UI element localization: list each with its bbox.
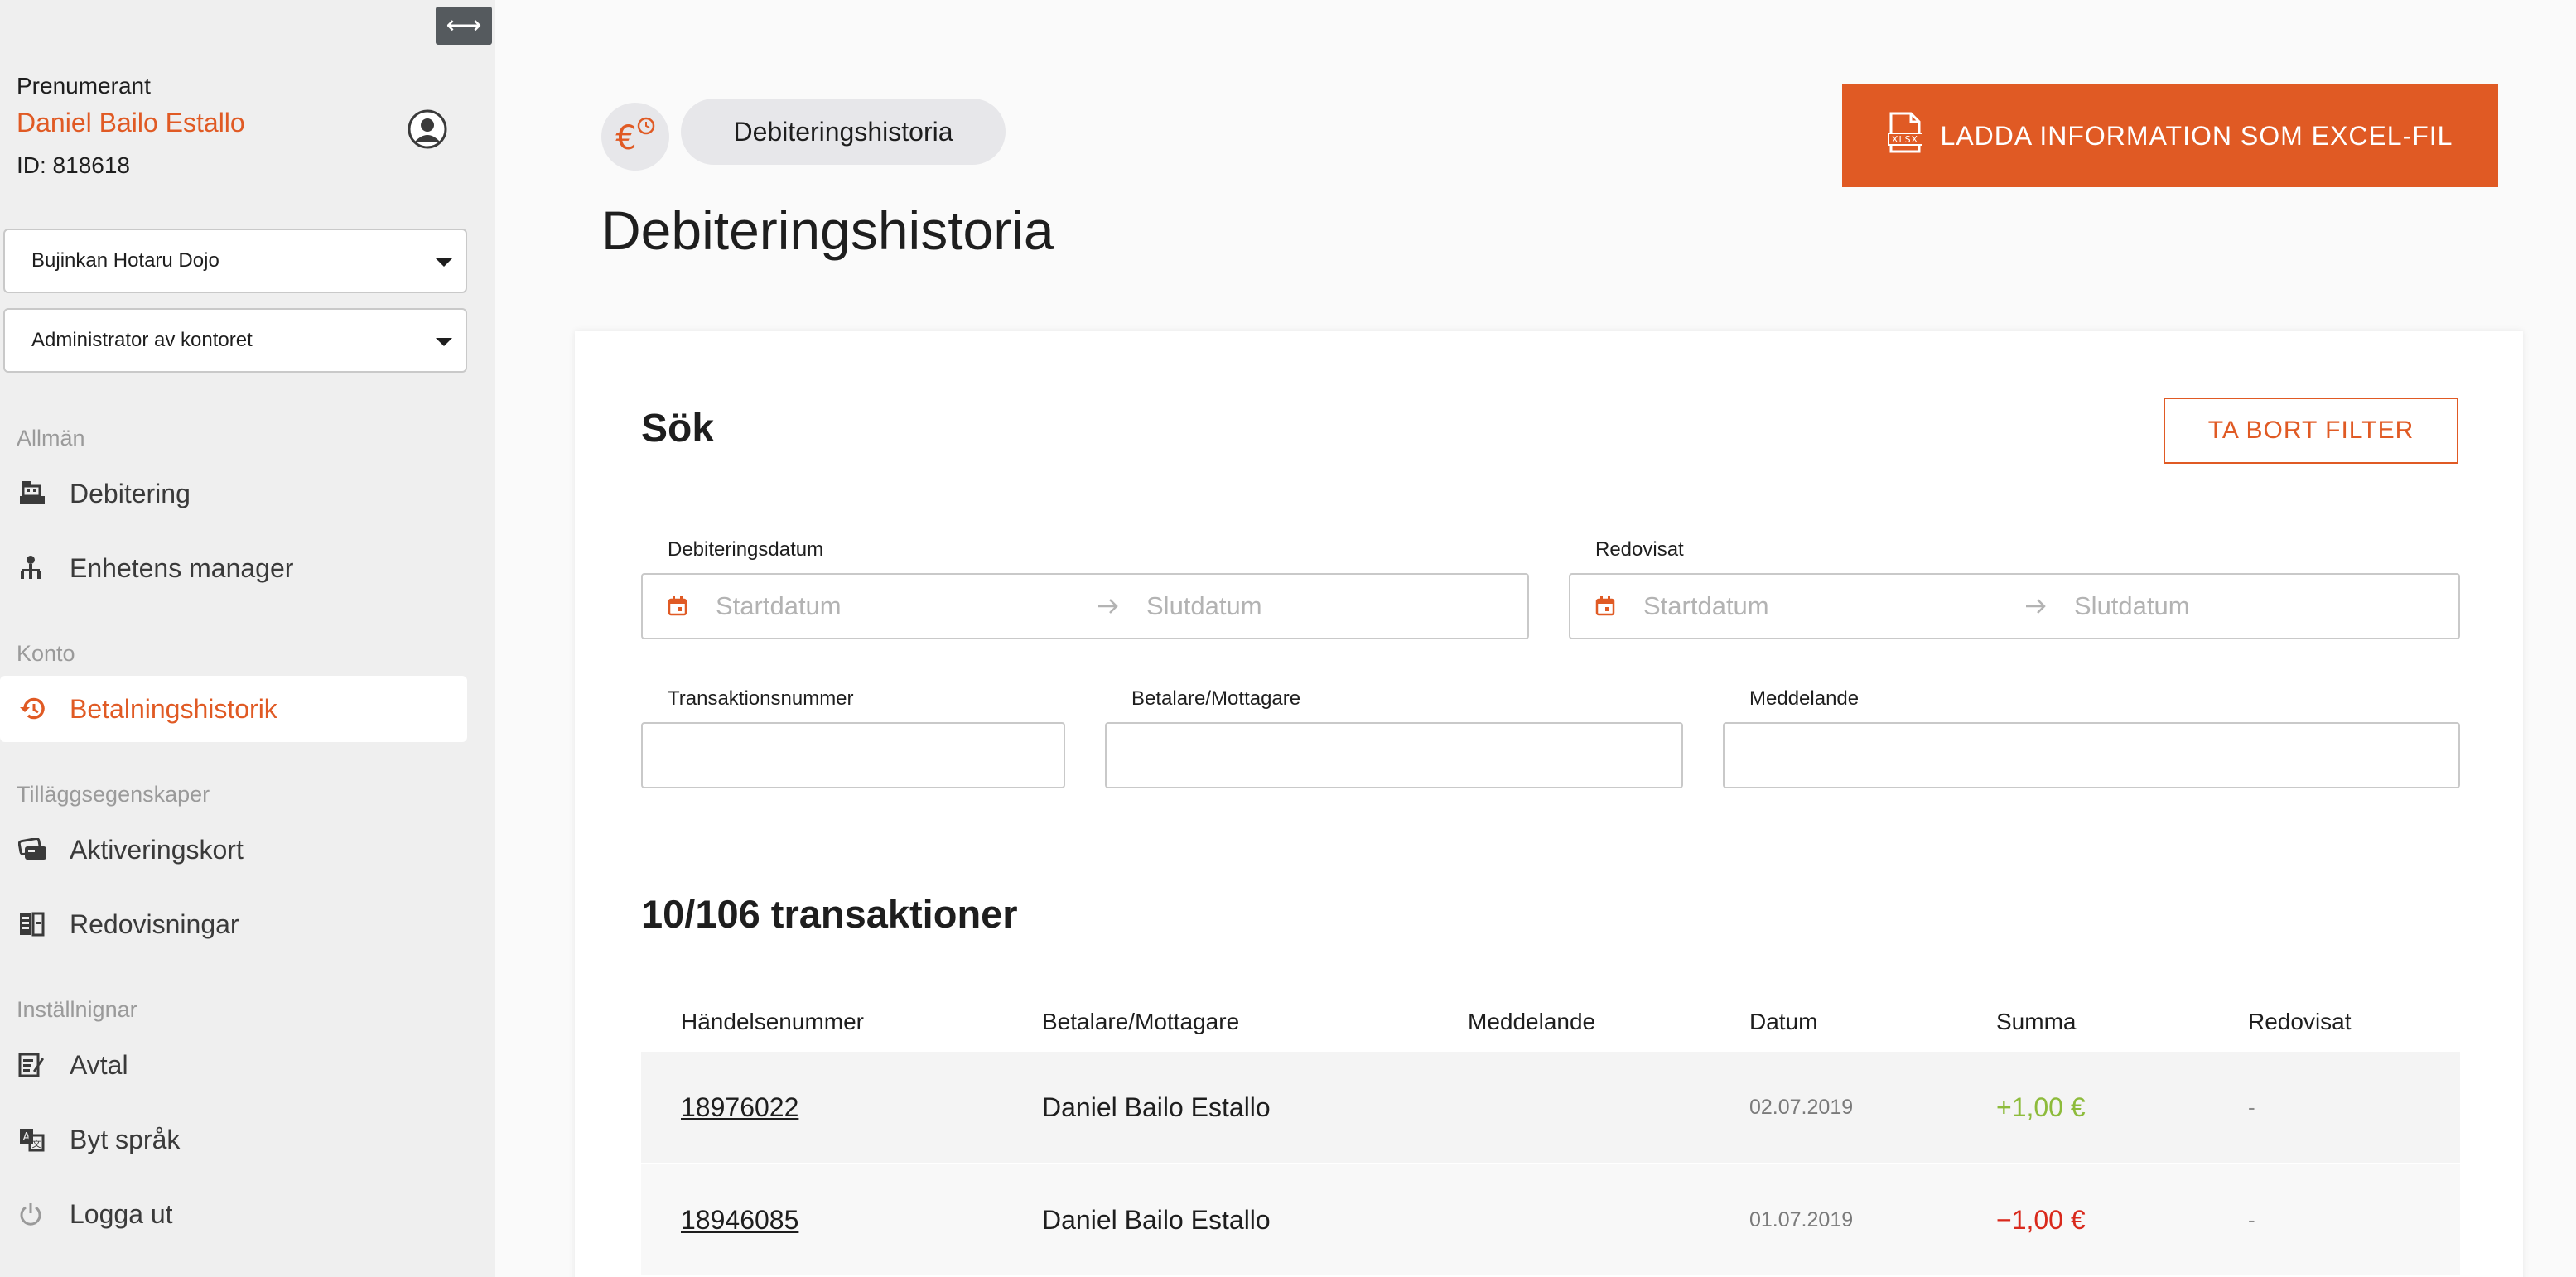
section-label-extras: Tilläggsegenskaper (17, 782, 210, 807)
date-cell: 02.07.2019 (1749, 1096, 1854, 1119)
search-title: Sök (641, 407, 715, 451)
role-select-value: Administrator av kontoret (31, 329, 253, 351)
transaction-number-input[interactable] (641, 722, 1065, 788)
arrow-right-icon (2026, 599, 2046, 614)
reported-start-date-input[interactable]: Startdatum (1643, 575, 1769, 638)
sidebar-item-payment-history[interactable]: Betalningshistorik (0, 676, 467, 742)
payer-input[interactable] (1105, 722, 1683, 788)
payer-cell: Daniel Bailo Estallo (1042, 1205, 1271, 1235)
sidebar-item-agreement[interactable]: Avtal (0, 1032, 467, 1098)
section-label-account: Konto (17, 641, 75, 666)
breadcrumb: Debiteringshistoria (681, 99, 1006, 165)
svg-text:XLSX: XLSX (1891, 134, 1918, 145)
calendar-icon (1595, 596, 1615, 616)
section-label-settings: Inställnignar (17, 997, 137, 1022)
reported-end-date-input[interactable]: Slutdatum (2074, 575, 2190, 638)
date-cell: 01.07.2019 (1749, 1208, 1854, 1231)
message-input[interactable] (1723, 722, 2460, 788)
page-title: Debiteringshistoria (601, 200, 1054, 261)
sidebar-item-label: Betalningshistorik (70, 693, 277, 724)
transaction-number-label: Transaktionsnummer (668, 687, 854, 710)
sidebar-item-unit-manager[interactable]: Enhetens manager (0, 535, 467, 601)
euro-history-icon: € (601, 103, 669, 171)
section-label-general: Allmän (17, 426, 85, 451)
billing-date-range[interactable]: Startdatum Slutdatum (641, 573, 1529, 639)
hierarchy-icon (18, 556, 55, 581)
svg-text:€: € (615, 119, 636, 157)
collapse-sidebar-button[interactable]: ⟷ (436, 7, 492, 45)
subscriber-name[interactable]: Daniel Bailo Estallo (17, 108, 245, 138)
sidebar-item-label: Byt språk (70, 1124, 181, 1154)
amount-cell: +1,00 € (1996, 1092, 2086, 1122)
payer-cell: Daniel Bailo Estallo (1042, 1092, 1271, 1122)
amount-cell: −1,00 € (1996, 1205, 2086, 1235)
reported-cell: - (2248, 1207, 2255, 1232)
download-excel-label: LADDA INFORMATION SOM EXCEL-FIL (1940, 120, 2453, 151)
role-select[interactable]: Administrator av kontoret (3, 308, 467, 373)
sidebar-item-activation-cards[interactable]: Aktiveringskort (0, 817, 467, 883)
clear-filter-button[interactable]: TA BORT FILTER (2164, 398, 2458, 464)
sidebar-item-debitering[interactable]: Debitering (0, 460, 467, 527)
sidebar-item-logout[interactable]: Logga ut (0, 1181, 467, 1247)
download-excel-button[interactable]: XLSX LADDA INFORMATION SOM EXCEL-FIL (1842, 84, 2498, 187)
column-header-event-number[interactable]: Händelsenummer (681, 1009, 864, 1035)
column-header-amount[interactable]: Summa (1996, 1009, 2076, 1035)
subscriber-label: Prenumerant (17, 73, 151, 99)
column-header-message[interactable]: Meddelande (1468, 1009, 1595, 1035)
cards-icon (18, 838, 55, 861)
organization-select[interactable]: Bujinkan Hotaru Dojo (3, 229, 467, 293)
chevron-down-icon (436, 258, 452, 267)
search-card: Sök TA BORT FILTER Debiteringsdatum Star… (575, 331, 2523, 1277)
cash-register-icon (18, 481, 55, 506)
reported-date-range[interactable]: Startdatum Slutdatum (1569, 573, 2460, 639)
reported-cell: - (2248, 1095, 2255, 1120)
billing-date-label: Debiteringsdatum (668, 538, 824, 561)
transaction-count: 10/106 transaktioner (641, 892, 1018, 936)
history-icon (18, 696, 55, 721)
column-header-date[interactable]: Datum (1749, 1009, 1817, 1035)
table-row[interactable]: 18946085 Daniel Bailo Estallo 01.07.2019… (641, 1164, 2460, 1275)
table-row[interactable]: 18976022 Daniel Bailo Estallo 02.07.2019… (641, 1052, 2460, 1163)
subscriber-id: ID: 818618 (17, 152, 130, 178)
chevron-down-icon (436, 338, 452, 346)
ledger-icon (18, 912, 55, 937)
column-header-reported[interactable]: Redovisat (2248, 1009, 2352, 1035)
organization-select-value: Bujinkan Hotaru Dojo (31, 249, 219, 272)
sidebar-item-change-language[interactable]: A文 Byt språk (0, 1106, 467, 1173)
column-header-payer[interactable]: Betalare/Mottagare (1042, 1009, 1239, 1035)
sidebar-item-label: Redovisningar (70, 908, 239, 939)
calendar-icon (668, 596, 687, 616)
user-avatar-icon[interactable] (407, 108, 448, 150)
xlsx-file-icon: XLSX (1886, 112, 1923, 160)
billing-start-date-input[interactable]: Startdatum (716, 575, 842, 638)
expand-arrows-icon: ⟷ (446, 12, 482, 39)
reported-date-label: Redovisat (1595, 538, 1684, 561)
event-number-link[interactable]: 18946085 (681, 1164, 798, 1275)
power-icon (18, 1202, 55, 1226)
translate-icon: A文 (18, 1127, 55, 1152)
sidebar-item-label: Aktiveringskort (70, 834, 244, 865)
billing-end-date-input[interactable]: Slutdatum (1146, 575, 1262, 638)
sidebar-item-label: Enhetens manager (70, 552, 294, 583)
contract-icon (18, 1053, 55, 1077)
event-number-link[interactable]: 18976022 (681, 1052, 798, 1163)
sidebar: ⟷ Prenumerant Daniel Bailo Estallo ID: 8… (0, 0, 495, 1277)
payer-label: Betalare/Mottagare (1131, 687, 1301, 710)
sidebar-item-reports[interactable]: Redovisningar (0, 891, 467, 957)
arrow-right-icon (1098, 599, 1118, 614)
sidebar-item-label: Logga ut (70, 1198, 173, 1229)
sidebar-item-label: Avtal (70, 1049, 128, 1080)
sidebar-item-label: Debitering (70, 478, 191, 508)
svg-text:文: 文 (32, 1138, 41, 1149)
message-label: Meddelande (1749, 687, 1860, 710)
